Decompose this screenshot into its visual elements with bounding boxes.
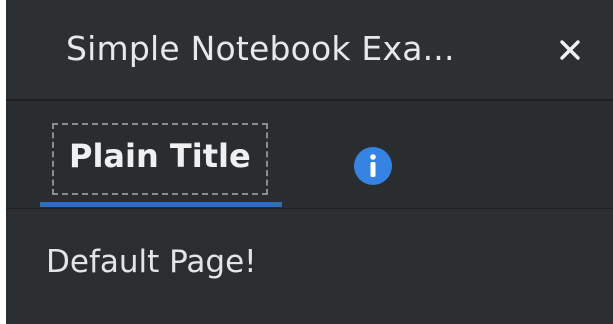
info-icon	[354, 147, 392, 185]
page-label: Default Page!	[46, 244, 257, 280]
notebook-page: Default Page!	[6, 209, 613, 324]
close-icon	[560, 40, 580, 60]
tab-info[interactable]	[350, 143, 396, 189]
active-tab-indicator	[40, 202, 282, 207]
app-window: Simple Notebook Exa... Plain Title Defau…	[6, 0, 613, 324]
title-bar[interactable]: Simple Notebook Exa...	[6, 0, 613, 101]
tab-plain-title[interactable]: Plain Title	[40, 101, 282, 208]
notebook: Plain Title Default Page!	[6, 101, 613, 324]
window-title: Simple Notebook Exa...	[66, 29, 455, 68]
tab-bar: Plain Title	[6, 101, 613, 209]
tab-label: Plain Title	[69, 137, 251, 175]
close-button[interactable]	[548, 28, 592, 72]
